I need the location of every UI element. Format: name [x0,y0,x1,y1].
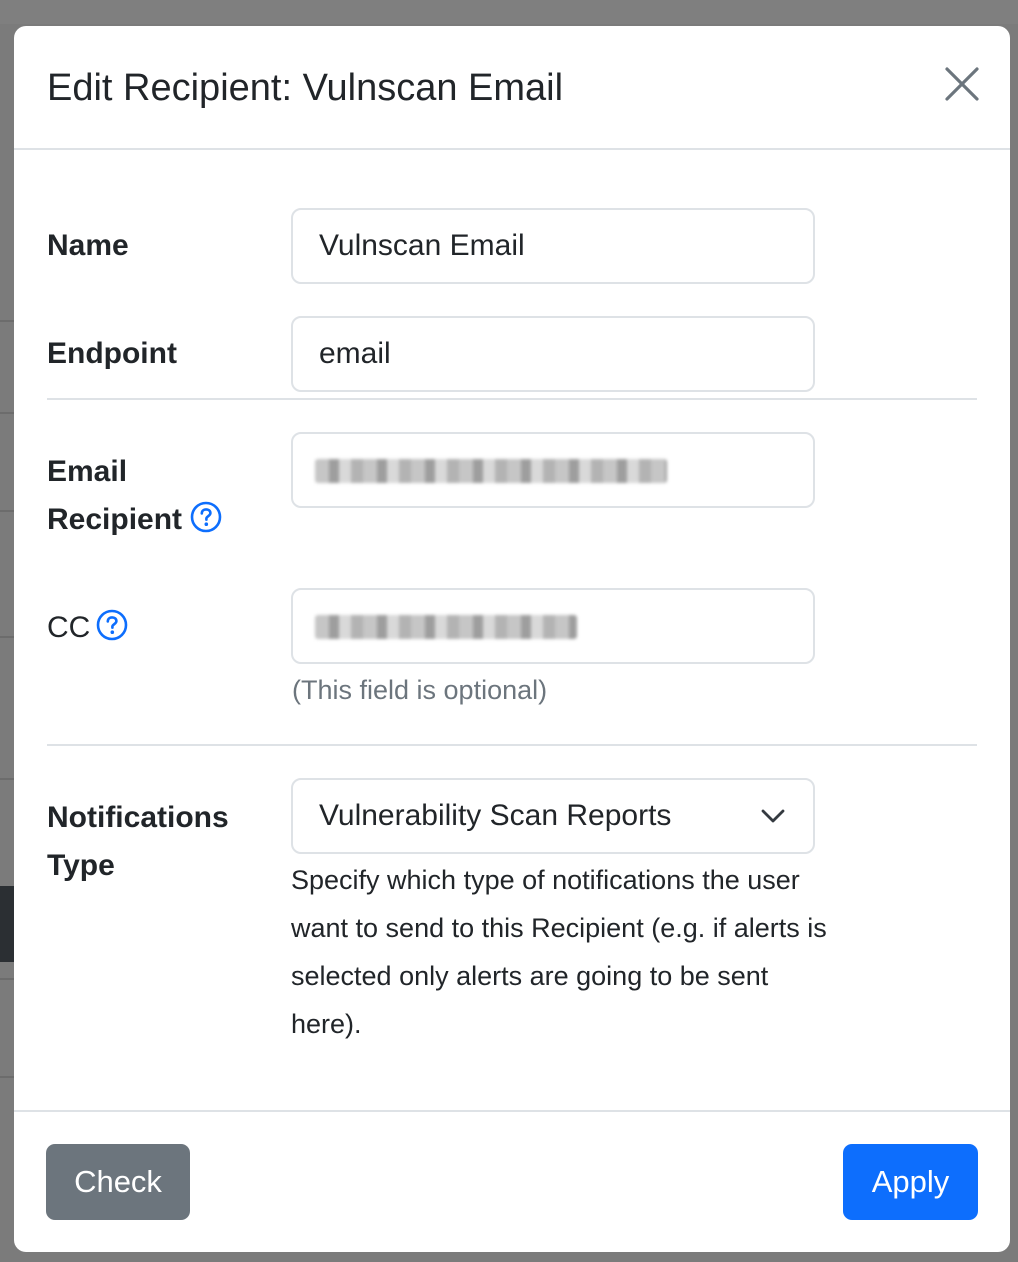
cc-label-text: CC [47,611,91,644]
cc-label: CC [47,604,128,652]
question-circle-icon[interactable] [190,501,222,533]
email-recipient-label-line1: Email [47,455,128,488]
close-icon [945,67,979,101]
modal-body: Name Endpoint Email Recipient CC [14,150,1010,1110]
name-label: Name [47,229,129,262]
modal-title: Edit Recipient: Vulnscan Email [47,67,564,109]
name-input[interactable] [291,208,815,284]
notifications-type-label-line2: Type [47,849,115,882]
section-divider [47,398,977,400]
question-circle-icon[interactable] [96,609,128,641]
notifications-type-select[interactable]: Vulnerability Scan Reports [291,778,815,854]
notifications-type-selected: Vulnerability Scan Reports [319,799,672,832]
modal-footer: Check Apply [14,1110,1010,1252]
notifications-type-description: Specify which type of notifications the … [291,865,827,1039]
email-recipient-label-line2: Recipient [47,503,183,536]
endpoint-input[interactable] [291,316,815,392]
edit-recipient-modal: Edit Recipient: Vulnscan Email Name Endp… [14,26,1010,1252]
notifications-type-label: Notifications Type [47,794,229,890]
section-divider [47,744,977,746]
modal-header: Edit Recipient: Vulnscan Email [14,26,1010,150]
check-button[interactable]: Check [46,1144,190,1220]
email-recipient-label: Email Recipient [47,448,222,544]
endpoint-label: Endpoint [47,337,177,370]
cc-optional-hint: (This field is optional) [292,675,548,705]
chevron-down-icon [761,809,785,823]
cc-input[interactable] [291,588,815,664]
notifications-type-label-line1: Notifications [47,801,229,834]
apply-button[interactable]: Apply [843,1144,978,1220]
redacted-email [315,459,667,483]
close-button[interactable] [944,66,980,102]
email-recipient-input[interactable] [291,432,815,508]
redacted-cc [315,615,577,639]
